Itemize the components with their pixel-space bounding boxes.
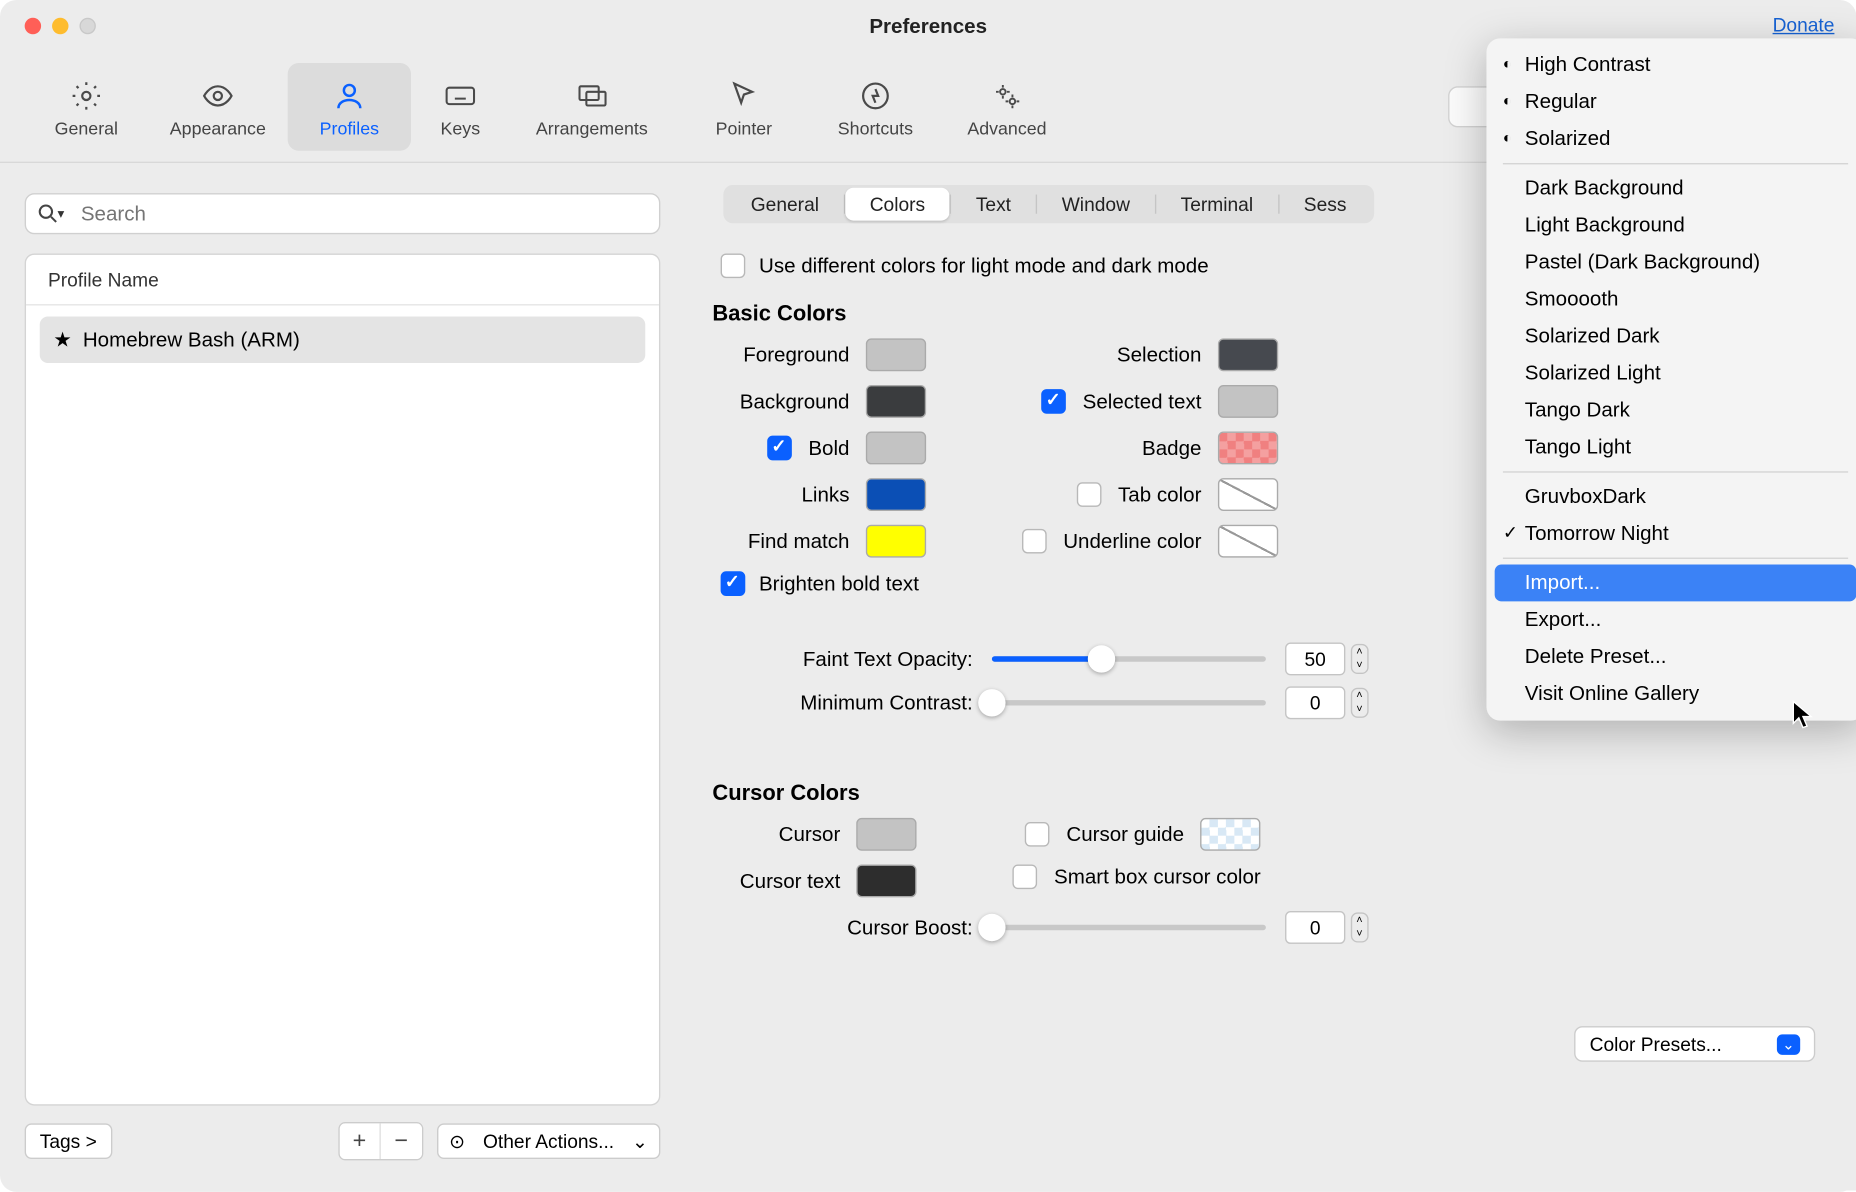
bold-color-swatch[interactable] (866, 432, 926, 465)
faint-opacity-slider[interactable] (992, 656, 1266, 661)
gear-icon (70, 76, 103, 114)
gears-icon (991, 76, 1024, 114)
minimize-window-button[interactable] (52, 18, 68, 34)
cursor-guide-color-swatch[interactable] (1200, 818, 1260, 851)
preset-tango-light[interactable]: Tango Light (1495, 429, 1856, 466)
profile-list: Profile Name ★ Homebrew Bash (ARM) (25, 253, 661, 1105)
tab-arrangements[interactable]: Arrangements (510, 63, 674, 151)
cursor-boost-input[interactable] (1285, 911, 1345, 944)
preset-pastel[interactable]: Pastel (Dark Background) (1495, 244, 1856, 281)
preset-delete[interactable]: Delete Preset... (1495, 638, 1856, 675)
selection-color-swatch[interactable] (1218, 338, 1278, 371)
tab-general[interactable]: General (25, 63, 148, 151)
subtab-terminal[interactable]: Terminal (1156, 188, 1278, 221)
preset-tango-dark[interactable]: Tango Dark (1495, 392, 1856, 429)
preset-visit-gallery[interactable]: Visit Online Gallery (1495, 675, 1856, 712)
selected-text-checkbox[interactable] (1042, 389, 1067, 414)
profile-row[interactable]: ★ Homebrew Bash (ARM) (40, 316, 646, 363)
tab-color-swatch[interactable] (1218, 478, 1278, 511)
cursor-boost-slider[interactable] (992, 925, 1266, 930)
tab-pointer[interactable]: Pointer (682, 63, 805, 151)
foreground-color-swatch[interactable] (866, 338, 926, 371)
cursor-colors-heading: Cursor Colors (712, 782, 1829, 807)
shortcuts-icon (859, 76, 892, 114)
subtab-general[interactable]: General (726, 188, 844, 221)
preset-gruvbox-dark[interactable]: GruvboxDark (1495, 478, 1856, 515)
bold-checkbox[interactable] (767, 436, 792, 461)
find-match-color-swatch[interactable] (866, 525, 926, 558)
preset-high-contrast[interactable]: ◐High Contrast (1495, 47, 1856, 84)
chevron-down-icon: ⌄ (632, 1130, 648, 1153)
donate-link[interactable]: Donate (1773, 14, 1835, 36)
close-window-button[interactable] (25, 18, 41, 34)
tab-keys[interactable]: Keys (419, 63, 501, 151)
min-contrast-stepper[interactable]: ˄˅ (1351, 688, 1368, 718)
remove-profile-button[interactable]: − (381, 1123, 422, 1159)
subtab-colors[interactable]: Colors (845, 188, 950, 221)
cursor-color-swatch[interactable] (857, 818, 917, 851)
preset-dark-background[interactable]: Dark Background (1495, 170, 1856, 207)
person-icon (333, 76, 366, 114)
pointer-icon (727, 76, 760, 114)
preset-export[interactable]: Export... (1495, 601, 1856, 638)
preset-solarized-dark[interactable]: Solarized Dark (1495, 318, 1856, 355)
preset-solarized[interactable]: ◐Solarized (1495, 121, 1856, 158)
other-actions-dropdown[interactable]: ⊙ Other Actions... ⌄ (437, 1123, 661, 1159)
chevron-down-icon[interactable]: ▾ (58, 207, 65, 222)
subtab-window[interactable]: Window (1037, 188, 1155, 221)
zoom-window-button[interactable] (79, 18, 95, 34)
profile-list-header: Profile Name (26, 255, 659, 306)
badge-color-swatch[interactable] (1218, 432, 1278, 465)
preset-import[interactable]: Import... (1495, 564, 1856, 601)
profile-name: Homebrew Bash (ARM) (83, 328, 300, 351)
tab-profiles[interactable]: Profiles (288, 63, 411, 151)
color-presets-menu: ◐High Contrast ◐Regular ◐Solarized Dark … (1486, 38, 1856, 720)
min-contrast-input[interactable] (1285, 686, 1345, 719)
star-icon: ★ (53, 327, 71, 352)
min-contrast-slider[interactable] (992, 700, 1266, 705)
tab-advanced[interactable]: Advanced (945, 63, 1068, 151)
cursor-guide-checkbox[interactable] (1025, 822, 1050, 847)
preset-regular[interactable]: ◐Regular (1495, 84, 1856, 121)
brighten-bold-checkbox[interactable] (721, 571, 746, 596)
preset-light-background[interactable]: Light Background (1495, 207, 1856, 244)
subtab-text[interactable]: Text (951, 188, 1036, 221)
profile-search-input[interactable] (25, 193, 661, 234)
tab-appearance[interactable]: Appearance (156, 63, 279, 151)
underline-color-swatch[interactable] (1218, 525, 1278, 558)
faint-opacity-input[interactable] (1285, 643, 1345, 676)
preset-tomorrow-night[interactable]: ✓Tomorrow Night (1495, 515, 1856, 552)
background-color-swatch[interactable] (866, 385, 926, 418)
color-presets-button[interactable]: Color Presets... ⌄ (1575, 1026, 1816, 1062)
links-color-swatch[interactable] (866, 478, 926, 511)
chevron-down-icon: ⌄ (1777, 1034, 1801, 1055)
profile-tab-strip: General Colors Text Window Terminal Sess (723, 185, 1373, 223)
faint-opacity-stepper[interactable]: ˄˅ (1351, 644, 1368, 674)
eye-icon (201, 76, 234, 114)
add-profile-button[interactable]: + (340, 1123, 381, 1159)
use-different-colors-label: Use different colors for light mode and … (759, 254, 1209, 277)
underline-color-checkbox[interactable] (1022, 529, 1047, 554)
profiles-sidebar: ▾ Profile Name ★ Homebrew Bash (ARM) Tag… (0, 163, 685, 1191)
keyboard-icon (444, 76, 477, 114)
preset-smooooth[interactable]: Smooooth (1495, 281, 1856, 318)
preset-solarized-light[interactable]: Solarized Light (1495, 355, 1856, 392)
tab-shortcuts[interactable]: Shortcuts (814, 63, 937, 151)
selected-text-color-swatch[interactable] (1218, 385, 1278, 418)
smart-box-checkbox[interactable] (1013, 864, 1038, 889)
window-title: Preferences (869, 14, 987, 37)
tab-color-checkbox[interactable] (1077, 482, 1102, 507)
cursor-text-color-swatch[interactable] (857, 864, 917, 897)
cursor-boost-stepper[interactable]: ˄˅ (1351, 912, 1368, 942)
tags-button[interactable]: Tags > (25, 1123, 112, 1159)
use-different-colors-checkbox[interactable] (721, 253, 746, 278)
windows-icon (575, 76, 608, 114)
subtab-session[interactable]: Sess (1279, 188, 1371, 221)
